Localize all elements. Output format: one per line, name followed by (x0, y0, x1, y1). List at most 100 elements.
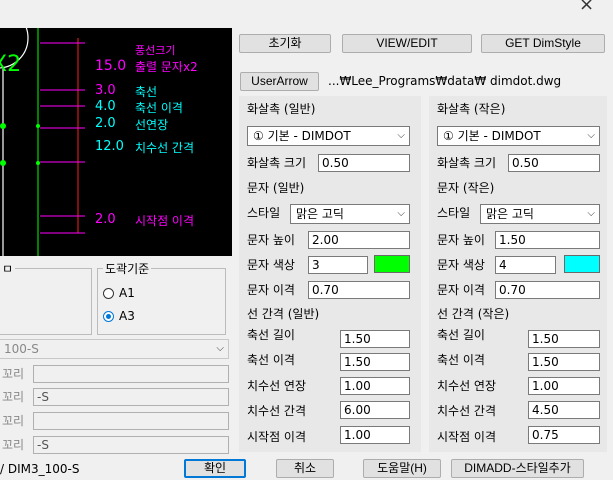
arrow-general-size-input[interactable]: 0.50 (318, 154, 410, 172)
help-button[interactable]: 도움말(H) (363, 459, 441, 478)
preview-desc: 선연장 (135, 118, 169, 132)
spacing-input[interactable]: 1.50 (528, 330, 600, 348)
text-small-height-input[interactable]: 1.50 (495, 231, 600, 249)
cancel-button[interactable]: 취소 (276, 459, 334, 478)
preview-value: 15.0 (95, 58, 127, 74)
preview-value: 4.0 (95, 99, 116, 114)
dimadd-button[interactable]: DIMADD-스타일추가 (451, 459, 584, 478)
radio-a3[interactable] (103, 311, 114, 322)
arrow-general-title: 화살촉 (일반) (247, 102, 316, 116)
status-text: / DIM3_100-S (0, 462, 80, 476)
preview-desc: 치수선 간격 (135, 141, 195, 155)
ok-button[interactable]: 확인 (184, 459, 246, 478)
radio-a1-label: A1 (119, 286, 135, 300)
dimension-preview: X2 15.0 풍선크기 출렬 문자x2 3.0 축선 4.0 축선 이격 2.… (0, 28, 232, 256)
text-general-offset-label: 문자 이격 (247, 283, 295, 297)
chevron-down-icon: ⌵ (397, 208, 405, 219)
spacing-input[interactable]: 4.50 (528, 401, 600, 419)
tail-label: 꼬리 (2, 367, 25, 381)
tail-input[interactable] (33, 412, 229, 430)
spacing-input[interactable]: 1.50 (528, 353, 600, 371)
radio-a1[interactable] (103, 288, 114, 299)
spacing-input[interactable]: 1.50 (340, 330, 410, 348)
scale-group-title: 도곽기준 (103, 261, 152, 277)
tail-input[interactable]: -S (33, 388, 229, 406)
spacing-input[interactable]: 0.75 (528, 426, 600, 444)
text-small-color-swatch[interactable] (564, 255, 600, 273)
tail-label: 꼬리 (2, 414, 25, 428)
text-general-style-value: 맑은 고딕 (296, 207, 344, 221)
tail-label: 꼬리 (2, 390, 25, 404)
text-small-style-value: 맑은 고딕 (486, 207, 534, 221)
preview-desc: 출렬 문자x2 (135, 60, 198, 74)
spacing-label: 치수선 간격 (437, 404, 497, 418)
left-group-title: ㅁ (0, 261, 16, 277)
text-small-height-label: 문자 높이 (437, 233, 485, 247)
dim-style-value: 100-S (4, 342, 39, 356)
spacing-label: 치수선 간격 (247, 404, 307, 418)
spacing-label: 축선 길이 (247, 328, 295, 342)
tail-input[interactable]: -S (33, 436, 229, 454)
spacing-input[interactable]: 1.00 (340, 377, 410, 395)
arrow-small-select[interactable]: ① 기본 - DIMDOT ⌵ (437, 126, 600, 146)
get-dimstyle-button[interactable]: GET DimStyle (481, 34, 605, 53)
preview-value: 2.0 (95, 212, 116, 227)
chevron-down-icon: ⌵ (216, 343, 224, 354)
text-general-height-input[interactable]: 2.00 (308, 231, 410, 249)
preview-value: 2.0 (95, 116, 116, 131)
close-icon[interactable]: × (579, 0, 594, 15)
spacing-label: 시작점 이격 (247, 430, 307, 444)
chevron-down-icon: ⌵ (397, 130, 405, 141)
preview-desc: 풍선크기 (135, 44, 176, 57)
text-general-style-select[interactable]: 맑은 고딕 ⌵ (290, 204, 410, 224)
arrow-general-size-label: 화살촉 크기 (247, 156, 307, 170)
chevron-down-icon: ⌵ (587, 208, 595, 219)
spacing-input[interactable]: 1.50 (340, 353, 410, 371)
text-small-offset-label: 문자 이격 (437, 283, 485, 297)
spacing-input[interactable]: 1.00 (340, 426, 410, 444)
scale-group-frame (97, 268, 226, 335)
spacing-label: 축선 길이 (437, 328, 485, 342)
spacing-small-title: 선 간격 (작은) (437, 307, 510, 321)
text-small-offset-input[interactable]: 0.70 (495, 281, 600, 299)
text-general-color-swatch[interactable] (374, 255, 410, 273)
text-general-color-input[interactable]: 3 (308, 256, 368, 274)
arrow-small-select-value: ① 기본 - DIMDOT (443, 129, 541, 143)
spacing-label: 시작점 이격 (437, 430, 497, 444)
preview-desc: 시작점 이격 (135, 214, 195, 228)
text-small-style-label: 스타일 (437, 206, 471, 220)
preview-value: 3.0 (95, 83, 116, 98)
tail-label: 꼬리 (2, 438, 25, 452)
arrow-small-size-label: 화살촉 크기 (437, 156, 497, 170)
preview-value: 12.0 (95, 139, 124, 154)
text-small-color-input[interactable]: 4 (495, 256, 556, 274)
spacing-label: 축선 이격 (437, 353, 485, 367)
reset-button[interactable]: 초기화 (239, 34, 331, 53)
text-small-style-select[interactable]: 맑은 고딕 ⌵ (480, 204, 600, 224)
arrow-general-select-value: ① 기본 - DIMDOT (253, 129, 351, 143)
view-edit-button[interactable]: VIEW/EDIT (342, 34, 472, 53)
text-general-style-label: 스타일 (247, 206, 281, 220)
spacing-general-title: 선 간격 (일반) (247, 307, 320, 321)
text-general-title: 문자 (일반) (247, 181, 305, 195)
left-group-frame (0, 268, 92, 335)
chevron-down-icon: ⌵ (587, 130, 595, 141)
arrow-path: ...₩Lee_Programs₩data₩ dimdot.dwg (328, 74, 562, 88)
text-general-offset-input[interactable]: 0.70 (308, 281, 410, 299)
spacing-label: 축선 이격 (247, 353, 295, 367)
tail-input[interactable] (33, 365, 229, 383)
arrow-small-size-input[interactable]: 0.50 (508, 154, 600, 172)
user-arrow-button[interactable]: UserArrow (240, 72, 319, 91)
preview-desc: 축선 이격 (135, 101, 183, 115)
spacing-input[interactable]: 6.00 (340, 401, 410, 419)
text-small-title: 문자 (작은) (437, 181, 495, 195)
text-small-color-label: 문자 색상 (437, 258, 485, 272)
spacing-label: 치수선 연장 (437, 379, 497, 393)
dim-style-select[interactable]: 100-S ⌵ (0, 339, 229, 359)
radio-a3-label: A3 (119, 309, 135, 323)
arrow-general-select[interactable]: ① 기본 - DIMDOT ⌵ (247, 126, 410, 146)
balloon-label: X2 (0, 52, 22, 77)
arrow-small-title: 화살촉 (작은) (437, 102, 506, 116)
text-general-height-label: 문자 높이 (247, 233, 295, 247)
spacing-input[interactable]: 1.00 (528, 377, 600, 395)
